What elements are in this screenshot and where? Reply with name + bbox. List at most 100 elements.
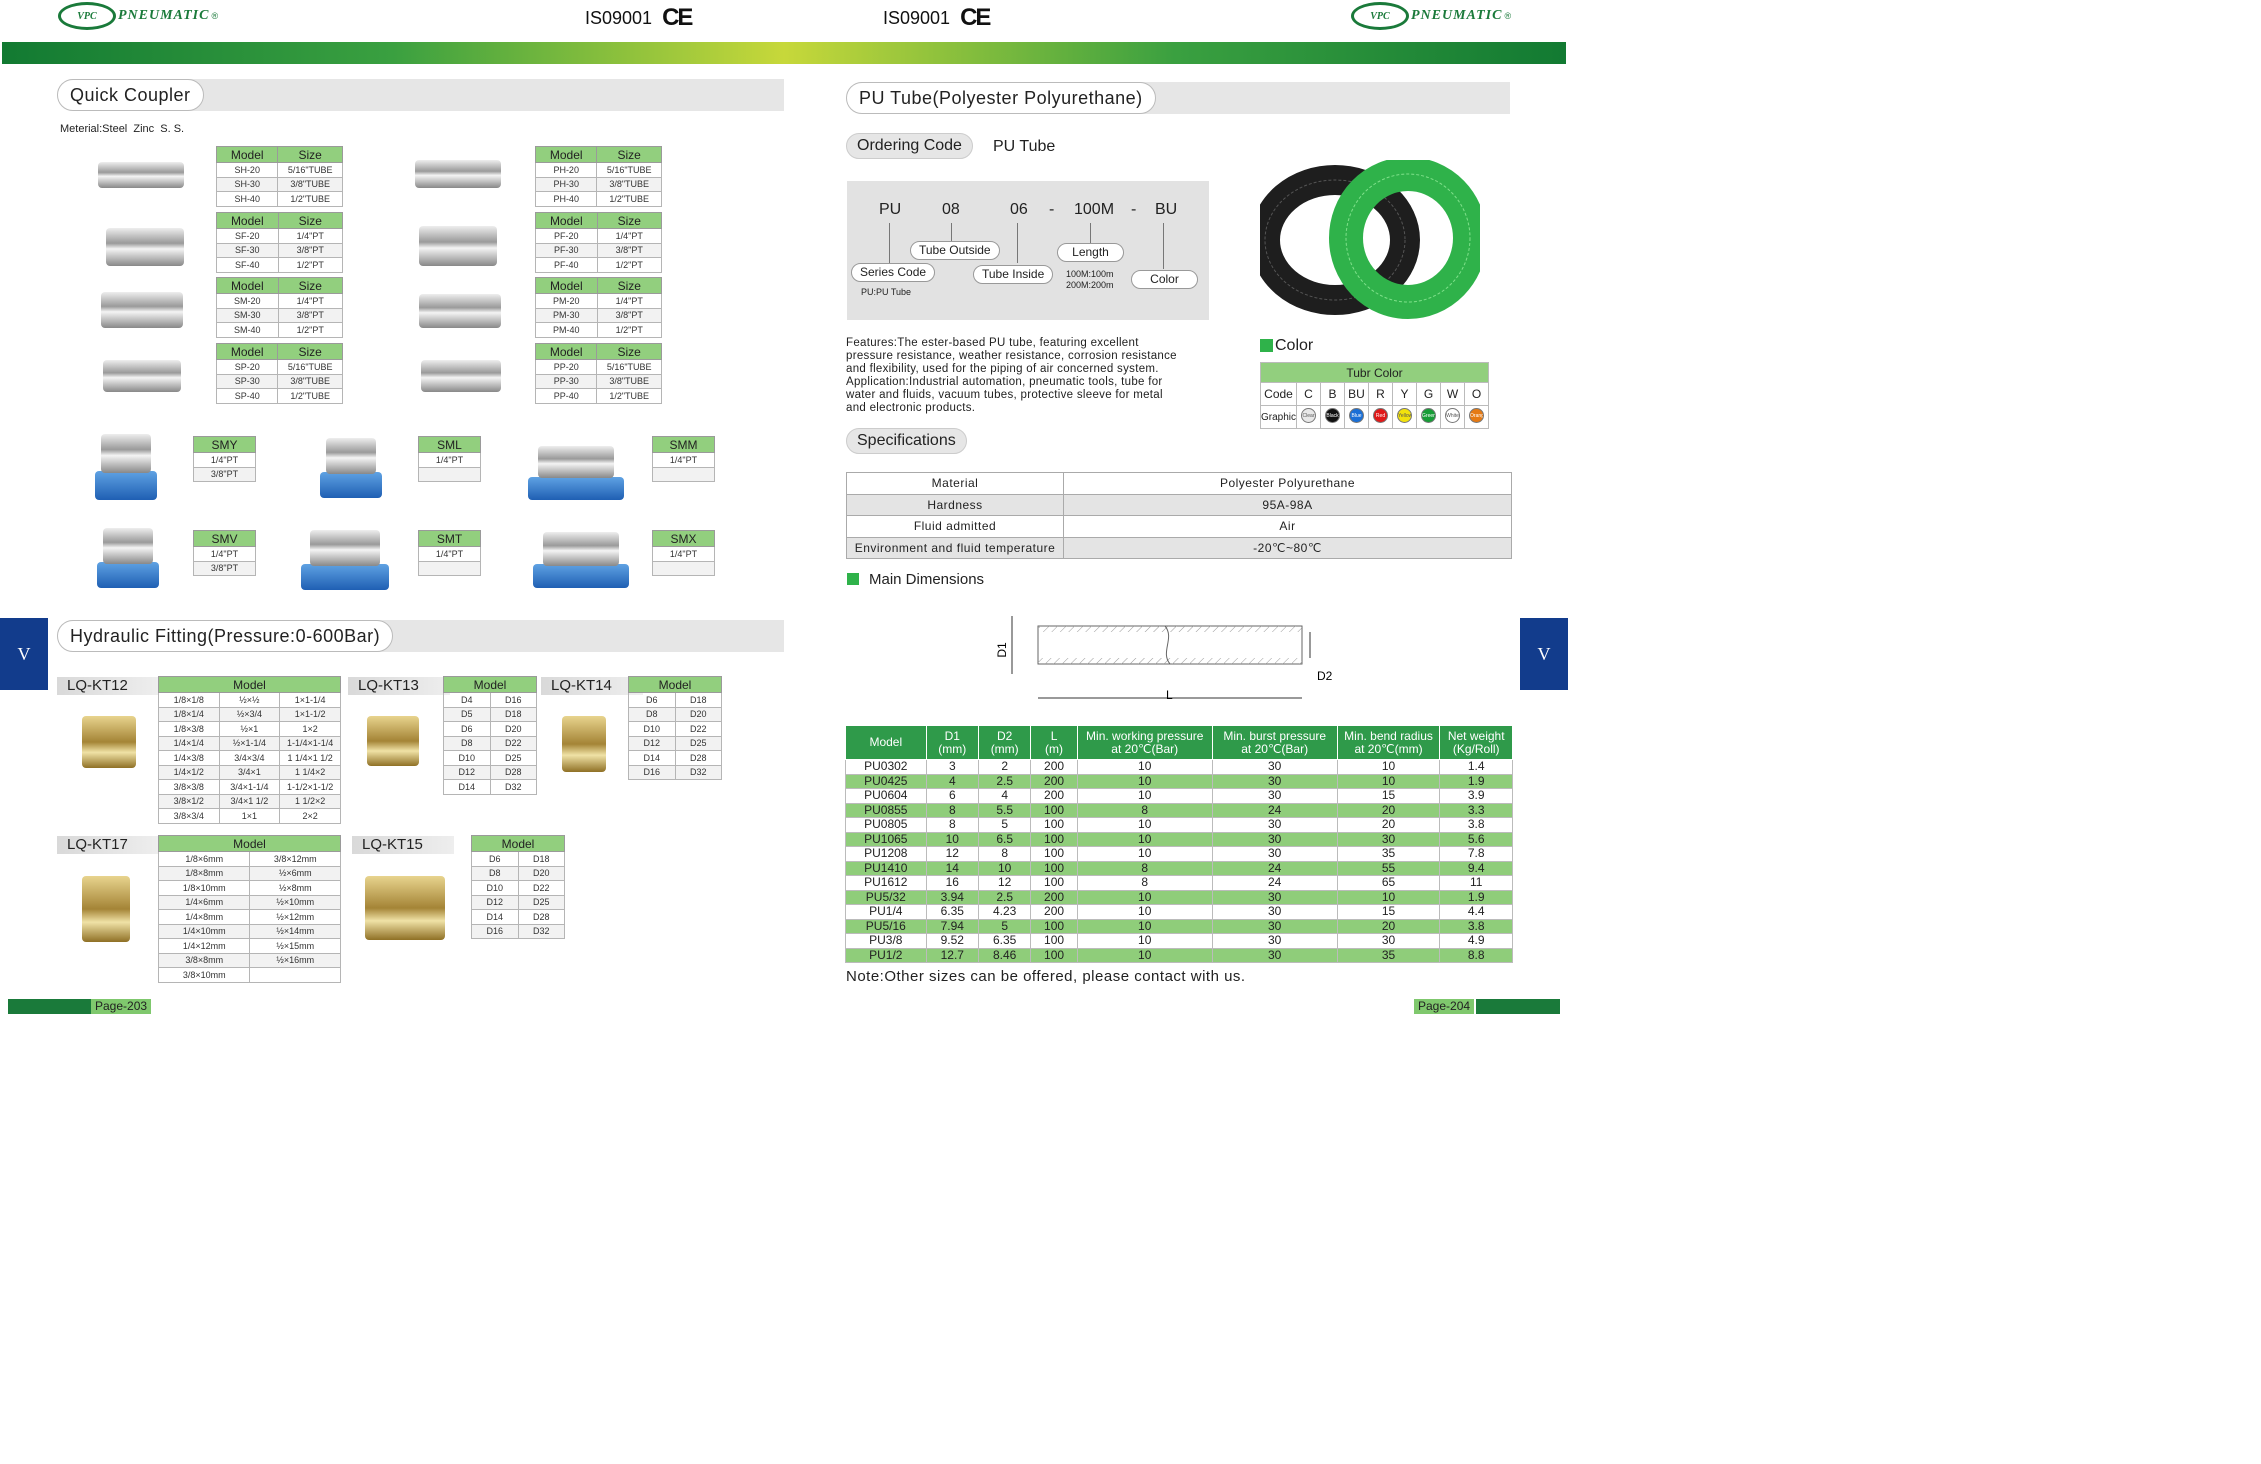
table-row: SM-20 1/4"PT [216,293,344,309]
specifications-label: Specifications [846,428,967,454]
table-cell: D32 [517,923,565,939]
code-dash: - [1049,201,1055,218]
table-row: 1/4×1/4 ½×1-1/4 1-1/4×1-1/4 [158,735,341,751]
table-cell: 10 [1336,889,1441,905]
header-row: SMM [652,436,715,453]
table-row: SM-30 3/8"PT [216,307,344,323]
coupler-spec-table: Model Size SF-20 1/4"PT SF-30 3/8"PT SF-40 1/2"… [216,212,344,273]
table-cell: 6 [925,788,979,804]
table-row: D12 D25 [471,894,565,910]
code-od: 08 [942,201,960,218]
manifold-coupler-image [326,438,376,474]
table-cell: ½×14mm [249,923,341,939]
table-cell: ½×12mm [249,909,341,925]
table-cell: 10 [925,831,979,847]
table-cell: 14 [925,860,979,876]
quick-coupler-image [421,360,501,392]
table-cell: 4 [977,788,1032,804]
manifold-coupler-image [537,446,615,479]
table-row: PU5/32 3.94 2.5 200 10 30 10 1.9 [845,889,1513,905]
table-row: 1/4×8mm ½×12mm [157,909,341,925]
table-cell: 1/8×3/8 [158,721,220,737]
table-cell: 3/8×12mm [249,851,341,867]
column-header: Min. burst pressure at 20℃(Bar) [1211,725,1338,760]
table-row: 1/8×6mm 3/8×12mm [157,851,341,867]
manifold-coupler-image [101,434,151,474]
tube-dimension-drawing: D1 D2 L [995,616,1333,702]
manifold-spec-table: SML 1/4"PT [418,436,481,482]
table-row: D14 D32 [443,779,537,795]
table-cell: D12 [471,894,519,910]
table-row: D8 D20 [628,706,722,722]
column-header: Min. working pressure at 20℃(Bar) [1076,725,1213,760]
table-cell: D10 [628,721,676,737]
table-cell: SP-20 [215,359,279,375]
manifold-spec-table: SMV 1/4"PT 3/8"PT [193,530,256,576]
table-row: PH-40 1/2"TUBE [534,191,662,207]
iso-label: IS09001 [883,7,951,28]
table-row: PU5/16 7.94 5 100 10 30 20 3.8 [845,918,1513,934]
table-row: 1/4×1/2 3/4×1 1 1/4×2 [158,764,341,780]
table-row: PU1/4 6.35 4.23 200 10 30 15 4.4 [845,904,1513,920]
color-swatch-cell: Orange [1464,405,1490,429]
table-cell: 1/2"PT [277,322,344,338]
table-cell: 35 [1336,947,1441,963]
color-code: R [1368,382,1394,406]
table-row: PP-40 1/2"TUBE [534,388,662,404]
column-header: Model [471,835,565,852]
features-line: pressure resistance, weather resistance,… [846,350,1177,362]
color-table: Tubr Color Code C B BU R Y G W O Graphic Clear Black… [1259,362,1490,429]
table-cell: ½×16mm [249,952,341,968]
table-cell: 10 [1336,759,1441,775]
table-cell: 9.52 [925,933,979,949]
features-line: water and fluids, vacuum tubes, protecti… [846,389,1163,401]
coupler-spec-table: Model Size SM-20 1/4"PT SM-30 3/8"PT SM-40 1/2"… [216,277,344,338]
table-cell: 1/8×10mm [157,880,251,896]
column-header: Size [277,212,344,229]
table-cell: ½×1-1/4 [218,735,281,751]
table-cell: D6 [443,721,491,737]
column-header: D2 (mm) [977,725,1032,760]
features-line: Application:Industrial automation, pneum… [846,376,1163,388]
table-row: PU3/8 9.52 6.35 100 10 30 30 4.9 [845,933,1513,949]
table-cell: 7.8 [1439,846,1513,862]
code-row: Code C B BU R Y G W O [1259,382,1490,406]
graphic-row: Graphic Clear Black Blue Red Yellow Green White… [1259,405,1490,429]
spec-row: Hardness 95A-98A [846,493,1512,516]
table-cell: 3/8"TUBE [277,176,343,192]
table-cell: 5/16"TUBE [277,359,343,375]
tube-wall-bottom [1038,658,1302,664]
table-cell: 3/8×3/4 [158,808,220,824]
table-cell: 30 [1211,846,1338,862]
column-header: SMX [652,530,715,547]
table-cell: 10 [1336,773,1441,789]
table-cell: PH-20 [534,162,598,178]
table-row: PU1612 16 12 100 8 24 65 11 [845,875,1513,891]
header-row: SMV [193,530,256,547]
table-cell: 3/8×8mm [157,952,251,968]
coupler-spec-table: Model Size SP-20 5/16"TUBE SP-30 3/8"TUBE SP-4… [215,343,343,404]
table-cell: 12.7 [925,947,979,963]
table-cell: 3.8 [1439,817,1513,833]
table-cell: D8 [471,865,519,881]
table-cell: 5.5 [977,802,1032,818]
table-cell: D28 [489,764,537,780]
table-row [652,560,715,576]
color-swatch-cell: Black [1320,405,1346,429]
table-cell [418,560,481,576]
table-cell: D16 [489,692,537,708]
table-row: SP-20 5/16"TUBE [215,359,343,375]
table-cell: 100 [1030,846,1078,862]
table-cell: D32 [489,779,537,795]
cert-right: IS09001 CE [883,4,991,32]
table-cell: 100 [1030,918,1078,934]
table-cell: 1/2"PT [596,257,663,273]
header-row: Model Size [216,277,344,294]
table-cell: 2.5 [977,889,1032,905]
table-cell: 2 [977,759,1032,775]
table-cell: 1×1-1/2 [279,706,341,722]
table-row: PP-20 5/16"TUBE [534,359,662,375]
header-row: Model Size [215,146,343,163]
main-dimensions-title: Main Dimensions [869,571,985,588]
color-code: G [1416,382,1442,406]
